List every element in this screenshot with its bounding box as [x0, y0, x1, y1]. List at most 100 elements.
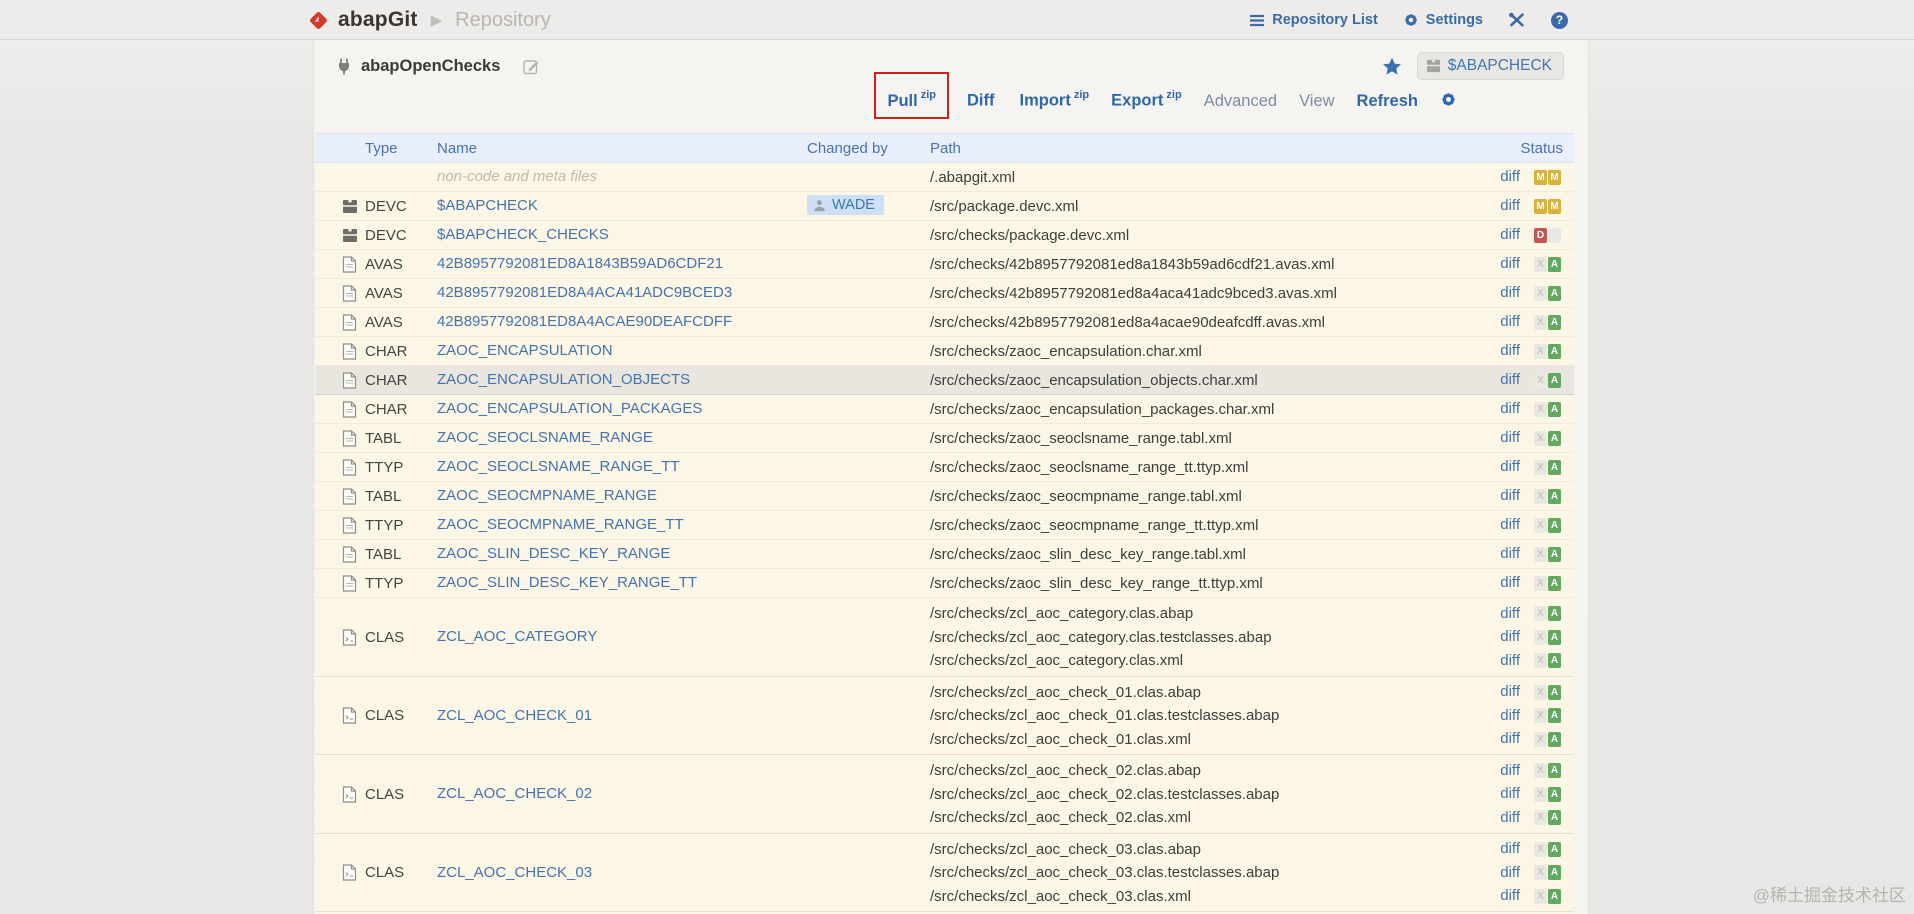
- table-row[interactable]: non-code and meta files /.abapgit.xml di…: [315, 163, 1574, 192]
- diff-link[interactable]: diff: [1500, 545, 1520, 562]
- edit-repo-icon[interactable]: [523, 58, 540, 75]
- diff-link[interactable]: diff: [1500, 683, 1520, 700]
- diff-link[interactable]: diff: [1500, 371, 1520, 388]
- diff-link[interactable]: diff: [1500, 342, 1520, 359]
- diff-link[interactable]: diff: [1500, 429, 1520, 446]
- brand-title[interactable]: abapGit: [338, 8, 418, 32]
- object-name-link[interactable]: ZAOC_SEOCMPNAME_RANGE: [437, 487, 657, 504]
- object-name-link[interactable]: 42B8957792081ED8A4ACA41ADC9BCED3: [437, 284, 732, 301]
- object-name-link[interactable]: ZAOC_SLIN_DESC_KEY_RANGE_TT: [437, 574, 697, 591]
- column-header-path[interactable]: Path: [930, 140, 1486, 157]
- export-button[interactable]: Export zip: [1111, 89, 1182, 111]
- table-row[interactable]: TTYP ZAOC_SEOCMPNAME_RANGE_TT /src/check…: [315, 511, 1574, 540]
- import-button[interactable]: Import zip: [1020, 89, 1090, 111]
- object-name-link[interactable]: ZAOC_SEOCMPNAME_RANGE_TT: [437, 516, 684, 533]
- tools-button[interactable]: [1508, 12, 1526, 28]
- diff-link[interactable]: diff: [1500, 255, 1520, 272]
- status-badge: A: [1548, 810, 1561, 826]
- table-row[interactable]: TTYP ZAOC_SEOCLSNAME_RANGE_TT /src/check…: [315, 453, 1574, 482]
- table-row[interactable]: DEVC $ABAPCHECK WADE /src/package.devc.x…: [315, 192, 1574, 221]
- repo-settings-gear-icon[interactable]: [1440, 91, 1457, 108]
- object-name-link[interactable]: 42B8957792081ED8A1843B59AD6CDF21: [437, 255, 723, 272]
- diff-link[interactable]: diff: [1500, 313, 1520, 330]
- table-row[interactable]: AVAS 42B8957792081ED8A4ACA41ADC9BCED3 /s…: [315, 279, 1574, 308]
- diff-link[interactable]: diff: [1500, 809, 1520, 826]
- table-row[interactable]: TABL ZAOC_SEOCLSNAME_RANGE /src/checks/z…: [315, 424, 1574, 453]
- advanced-button[interactable]: Advanced: [1204, 92, 1277, 111]
- diff-link[interactable]: diff: [1500, 400, 1520, 417]
- object-name-link[interactable]: ZAOC_ENCAPSULATION: [437, 342, 613, 359]
- status-badge: X: [1534, 343, 1547, 359]
- diff-link[interactable]: diff: [1500, 487, 1520, 504]
- diff-link[interactable]: diff: [1500, 168, 1520, 185]
- group-file-row: /src/checks/zcl_aoc_category.clas.xml di…: [930, 649, 1574, 673]
- repository-list-link[interactable]: Repository List: [1249, 12, 1378, 28]
- column-header-status[interactable]: Status: [1486, 140, 1574, 157]
- diff-link[interactable]: diff: [1500, 652, 1520, 669]
- diff-link[interactable]: diff: [1500, 605, 1520, 622]
- pull-button[interactable]: Pull zip: [887, 89, 936, 110]
- object-name-link[interactable]: ZCL_AOC_CHECK_01: [437, 707, 592, 724]
- diff-button[interactable]: Diff: [967, 90, 998, 111]
- object-name-link[interactable]: ZCL_AOC_CATEGORY: [437, 628, 597, 645]
- table-group-row[interactable]: CLAS ZCL_AOC_CHECK_02 /src/checks/zcl_ao…: [315, 755, 1574, 834]
- changed-by-chip[interactable]: WADE: [807, 195, 884, 216]
- object-name-link[interactable]: ZAOC_SEOCLSNAME_RANGE_TT: [437, 458, 680, 475]
- diff-link[interactable]: diff: [1500, 762, 1520, 779]
- file-path: /src/checks/zaoc_seoclsname_range.tabl.x…: [930, 429, 1232, 447]
- file-path: /src/checks/zaoc_encapsulation_packages.…: [930, 400, 1275, 418]
- table-group-row[interactable]: CLAS ZCL_AOC_CHECK_01 /src/checks/zcl_ao…: [315, 676, 1574, 755]
- object-name-link[interactable]: ZAOC_SLIN_DESC_KEY_RANGE: [437, 545, 670, 562]
- diff-link[interactable]: diff: [1500, 458, 1520, 475]
- column-header-changed-by[interactable]: Changed by: [795, 140, 930, 157]
- column-header-name[interactable]: Name: [437, 140, 795, 157]
- package-box-icon: [1426, 59, 1441, 73]
- help-button[interactable]: ?: [1551, 11, 1568, 29]
- status-badges: XA: [1534, 575, 1574, 591]
- abapgit-logo-icon[interactable]: [308, 10, 329, 31]
- diff-link[interactable]: diff: [1500, 887, 1520, 904]
- table-row[interactable]: CHAR ZAOC_ENCAPSULATION_OBJECTS /src/che…: [315, 366, 1574, 395]
- diff-link[interactable]: diff: [1500, 574, 1520, 591]
- column-header-type[interactable]: Type: [365, 140, 437, 157]
- table-row[interactable]: CHAR ZAOC_ENCAPSULATION /src/checks/zaoc…: [315, 337, 1574, 366]
- file-icon: [342, 255, 357, 273]
- refresh-button[interactable]: Refresh: [1357, 92, 1418, 111]
- diff-link[interactable]: diff: [1500, 516, 1520, 533]
- object-name-cell: ZAOC_SLIN_DESC_KEY_RANGE_TT: [437, 574, 795, 592]
- diff-link[interactable]: diff: [1500, 785, 1520, 802]
- object-name-link[interactable]: ZAOC_ENCAPSULATION_OBJECTS: [437, 371, 690, 388]
- table-row[interactable]: TTYP ZAOC_SLIN_DESC_KEY_RANGE_TT /src/ch…: [315, 569, 1574, 598]
- diff-link[interactable]: diff: [1500, 707, 1520, 724]
- object-name-link[interactable]: $ABAPCHECK_CHECKS: [437, 226, 609, 243]
- table-row[interactable]: CHAR ZAOC_ENCAPSULATION_PACKAGES /src/ch…: [315, 395, 1574, 424]
- table-row[interactable]: DEVC $ABAPCHECK_CHECKS /src/checks/packa…: [315, 221, 1574, 250]
- object-name-link[interactable]: ZCL_AOC_CHECK_02: [437, 785, 592, 802]
- table-group-row[interactable]: CLAS ZCL_AOC_CATEGORY /src/checks/zcl_ao…: [315, 598, 1574, 677]
- object-type: CLAS: [365, 785, 405, 803]
- type-icon-cell: [315, 313, 365, 331]
- file-path: /src/checks/zaoc_encapsulation.char.xml: [930, 342, 1202, 360]
- table-row[interactable]: AVAS 42B8957792081ED8A1843B59AD6CDF21 /s…: [315, 250, 1574, 279]
- object-name-link[interactable]: $ABAPCHECK: [437, 197, 538, 214]
- table-row[interactable]: TABL ZAOC_SLIN_DESC_KEY_RANGE /src/check…: [315, 540, 1574, 569]
- object-name-link[interactable]: 42B8957792081ED8A4ACAE90DEAFCDFF: [437, 313, 732, 330]
- diff-link[interactable]: diff: [1500, 864, 1520, 881]
- class-icon: [342, 786, 357, 803]
- object-name-link[interactable]: ZCL_AOC_CHECK_03: [437, 864, 592, 881]
- diff-link[interactable]: diff: [1500, 226, 1520, 243]
- status-badge: A: [1548, 459, 1561, 475]
- diff-link[interactable]: diff: [1500, 628, 1520, 645]
- diff-link[interactable]: diff: [1500, 197, 1520, 214]
- object-name-link[interactable]: ZAOC_SEOCLSNAME_RANGE: [437, 429, 653, 446]
- object-name-link[interactable]: ZAOC_ENCAPSULATION_PACKAGES: [437, 400, 702, 417]
- table-row[interactable]: AVAS 42B8957792081ED8A4ACAE90DEAFCDFF /s…: [315, 308, 1574, 337]
- view-button[interactable]: View: [1299, 92, 1334, 111]
- status-badge: [1548, 227, 1561, 243]
- diff-link[interactable]: diff: [1500, 730, 1520, 747]
- table-group-row[interactable]: CLAS ZCL_AOC_CHECK_03 /src/checks/zcl_ao…: [315, 833, 1574, 912]
- diff-link[interactable]: diff: [1500, 840, 1520, 857]
- settings-link[interactable]: Settings: [1403, 12, 1483, 28]
- table-row[interactable]: TABL ZAOC_SEOCMPNAME_RANGE /src/checks/z…: [315, 482, 1574, 511]
- diff-link[interactable]: diff: [1500, 284, 1520, 301]
